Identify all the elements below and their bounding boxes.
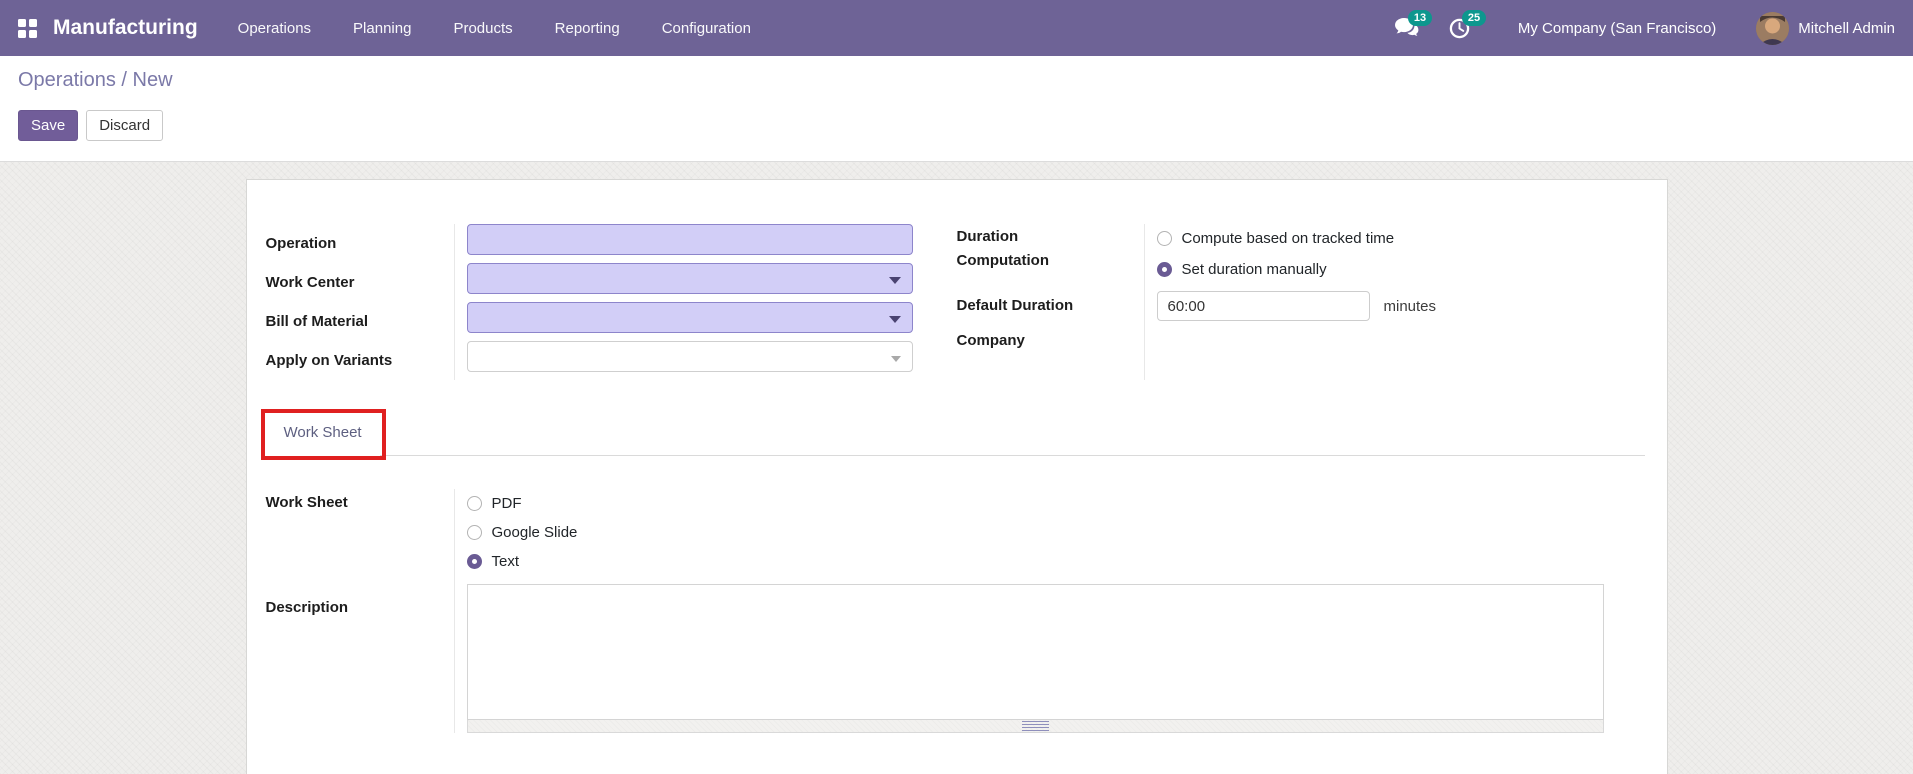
chevron-down-icon bbox=[890, 356, 901, 362]
worksheet-values-column: PDF Google Slide Text bbox=[453, 489, 1645, 733]
description-textarea[interactable] bbox=[466, 584, 1604, 720]
radio-label[interactable]: Google Slide bbox=[492, 524, 578, 541]
chevron-down-icon bbox=[888, 277, 901, 284]
company-switcher[interactable]: My Company (San Francisco) bbox=[1518, 20, 1716, 37]
form-group-left: Operation Work Center Bill of Material A… bbox=[266, 224, 913, 380]
grip-icon bbox=[1021, 721, 1049, 731]
save-button[interactable]: Save bbox=[18, 110, 79, 141]
right-values-column: Compute based on tracked time Set durati… bbox=[1143, 224, 1645, 380]
menu-products[interactable]: Products bbox=[453, 20, 512, 37]
work-center-label: Work Center bbox=[265, 274, 355, 291]
duration-computation-label: Duration Computation bbox=[956, 228, 1049, 269]
form-group-right: Duration Computation Default Duration Co… bbox=[957, 224, 1645, 380]
radio-option-google-slide[interactable]: Google Slide bbox=[466, 518, 1645, 547]
textarea-resize-handle[interactable] bbox=[466, 720, 1604, 733]
menu-operations[interactable]: Operations bbox=[238, 20, 311, 37]
messages-button[interactable]: 13 bbox=[1394, 10, 1433, 38]
radio-icon[interactable] bbox=[466, 496, 482, 511]
breadcrumb: Operations / New bbox=[18, 68, 1913, 92]
apps-menu-icon[interactable] bbox=[18, 18, 37, 38]
work-sheet-label: Work Sheet bbox=[265, 494, 348, 511]
user-menu[interactable]: Mitchell Admin bbox=[1756, 11, 1895, 45]
radio-option-pdf[interactable]: PDF bbox=[466, 489, 1645, 518]
left-values-column bbox=[453, 224, 913, 380]
main-menu: Operations Planning Products Reporting C… bbox=[238, 20, 751, 37]
discard-button[interactable]: Discard bbox=[86, 110, 164, 141]
radio-label[interactable]: Compute based on tracked time bbox=[1182, 230, 1395, 247]
bill-of-material-label: Bill of Material bbox=[265, 313, 369, 330]
default-duration-input[interactable] bbox=[1156, 291, 1370, 321]
description-label: Description bbox=[265, 599, 349, 616]
breadcrumb-parent[interactable]: Operations bbox=[18, 69, 116, 91]
user-name: Mitchell Admin bbox=[1798, 19, 1895, 37]
bill-of-material-select[interactable] bbox=[466, 302, 913, 333]
radio-label[interactable]: PDF bbox=[492, 495, 522, 512]
radio-option-text[interactable]: Text bbox=[466, 547, 1645, 576]
operation-input[interactable] bbox=[466, 224, 913, 255]
menu-planning[interactable]: Planning bbox=[353, 20, 411, 37]
form-sheet: Operation Work Center Bill of Material A… bbox=[245, 179, 1668, 774]
apply-on-variants-select[interactable] bbox=[466, 341, 913, 372]
worksheet-tab-content: Work Sheet Description PDF Google Slide … bbox=[266, 489, 1645, 733]
messages-badge: 13 bbox=[1407, 10, 1433, 26]
top-navbar: Manufacturing Operations Planning Produc… bbox=[0, 0, 1913, 56]
operation-label: Operation bbox=[265, 235, 337, 252]
company-value bbox=[1157, 326, 1645, 356]
company-label: Company bbox=[956, 332, 1025, 349]
radio-icon-selected[interactable] bbox=[466, 554, 482, 569]
tab-work-sheet[interactable]: Work Sheet bbox=[265, 409, 380, 456]
activities-badge: 25 bbox=[1461, 9, 1487, 26]
work-center-select[interactable] bbox=[466, 263, 913, 294]
avatar bbox=[1756, 11, 1790, 45]
chevron-down-icon bbox=[888, 316, 901, 323]
navbar-systray: 13 25 My Company (San Francisco) Mitchel… bbox=[1394, 9, 1895, 45]
radio-label[interactable]: Set duration manually bbox=[1182, 261, 1327, 278]
radio-option-compute-tracked-time[interactable]: Compute based on tracked time bbox=[1156, 224, 1645, 252]
radio-icon-selected[interactable] bbox=[1156, 261, 1172, 277]
duration-unit-label: minutes bbox=[1383, 297, 1437, 315]
activities-button[interactable]: 25 bbox=[1449, 9, 1487, 39]
radio-option-set-duration-manually[interactable]: Set duration manually bbox=[1156, 255, 1645, 283]
radio-icon[interactable] bbox=[466, 525, 482, 540]
radio-icon[interactable] bbox=[1156, 230, 1172, 246]
default-duration-label: Default Duration bbox=[956, 297, 1074, 314]
form-view-background: Operation Work Center Bill of Material A… bbox=[0, 162, 1913, 774]
control-panel: Operations / New Save Discard bbox=[0, 56, 1913, 162]
radio-label[interactable]: Text bbox=[492, 553, 520, 570]
app-brand[interactable]: Manufacturing bbox=[53, 16, 198, 40]
grid-icon bbox=[18, 18, 37, 38]
apply-on-variants-label: Apply on Variants bbox=[265, 352, 393, 369]
action-buttons: Save Discard bbox=[18, 110, 1913, 141]
notebook-tabbar: Work Sheet bbox=[260, 409, 1645, 460]
menu-configuration[interactable]: Configuration bbox=[662, 20, 751, 37]
menu-reporting[interactable]: Reporting bbox=[555, 20, 620, 37]
breadcrumb-separator: / bbox=[115, 69, 133, 91]
breadcrumb-current: New bbox=[132, 69, 173, 91]
